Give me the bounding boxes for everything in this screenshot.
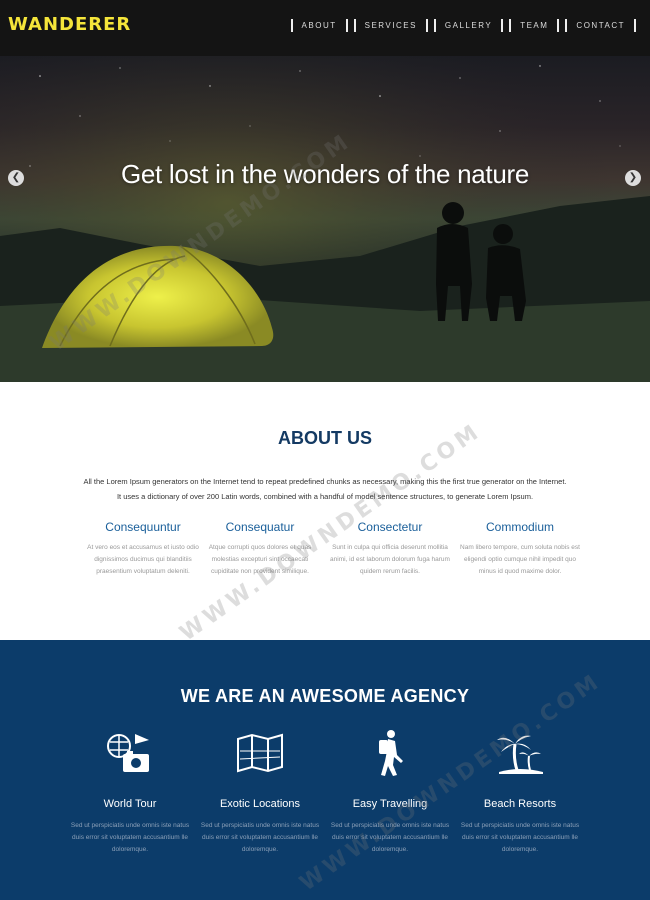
nav-team[interactable]: TEAM	[509, 19, 560, 32]
site-logo[interactable]: WANDERER	[8, 14, 131, 35]
service-text: Sed ut perspiciatis unde omnis iste natu…	[330, 822, 450, 853]
service-title: Easy Travelling	[352, 798, 428, 810]
chevron-right-icon[interactable]: ❯	[625, 170, 641, 186]
service-text: Sed ut perspiciatis unde omnis iste natu…	[200, 822, 320, 853]
service-title: Beach Resorts	[483, 798, 557, 810]
nav-contact[interactable]: CONTACT	[565, 19, 636, 32]
about-section: ABOUT US All the Lorem Ipsum generators …	[0, 382, 650, 640]
main-nav: ABOUT SERVICES GALLERY TEAM CONTACT	[285, 19, 636, 32]
hero-background-image	[0, 56, 650, 382]
feature-item: Consequuntur At vero eos et accusamus et…	[83, 520, 203, 578]
hero-slider: Get lost in the wonders of the nature ❮ …	[0, 56, 650, 382]
feature-text: Atque corrupti quos dolores et quas mole…	[208, 544, 312, 575]
feature-title: Commodium	[485, 520, 554, 534]
world-tour-icon	[65, 728, 195, 778]
service-item: Easy Travelling Sed ut perspiciatis unde…	[325, 728, 455, 856]
service-item: Exotic Locations Sed ut perspiciatis und…	[195, 728, 325, 856]
service-text: Sed ut perspiciatis unde omnis iste natu…	[460, 822, 580, 853]
service-item: World Tour Sed ut perspiciatis unde omni…	[65, 728, 195, 856]
feature-item: Commodium Nam libero tempore, cum soluta…	[460, 520, 580, 578]
agency-section: WE ARE AN AWESOME AGENCY World Tour Sed …	[0, 640, 650, 900]
nav-about[interactable]: ABOUT	[290, 19, 348, 32]
chevron-left-icon[interactable]: ❮	[8, 170, 24, 186]
feature-title: Consectetur	[357, 520, 423, 534]
agency-title: WE ARE AN AWESOME AGENCY	[180, 686, 470, 706]
feature-text: Nam libero tempore, cum soluta nobis est…	[460, 544, 580, 575]
feature-title: Consequatur	[225, 520, 295, 534]
service-title: Exotic Locations	[219, 798, 301, 810]
feature-item: Consequatur Atque corrupti quos dolores …	[200, 520, 320, 578]
header: WANDERER ABOUT SERVICES GALLERY TEAM CON…	[0, 0, 650, 56]
feature-text: Sunt in culpa qui officia deserunt molli…	[330, 544, 450, 575]
hero-title: Get lost in the wonders of the nature	[120, 159, 530, 189]
feature-title: Consequuntur	[105, 520, 181, 534]
map-icon	[195, 728, 325, 778]
nav-gallery[interactable]: GALLERY	[433, 19, 504, 32]
feature-item: Consectetur Sunt in culpa qui officia de…	[330, 520, 450, 578]
about-description: All the Lorem Ipsum generators on the In…	[83, 477, 567, 501]
palm-tree-icon	[455, 728, 585, 778]
nav-services[interactable]: SERVICES	[353, 19, 428, 32]
feature-text: At vero eos et accusamus et iusto odio d…	[87, 544, 199, 575]
service-item: Beach Resorts Sed ut perspiciatis unde o…	[455, 728, 585, 856]
service-text: Sed ut perspiciatis unde omnis iste natu…	[70, 822, 190, 853]
service-title: World Tour	[103, 798, 157, 810]
about-title: ABOUT US	[278, 428, 372, 448]
hiker-icon	[325, 728, 455, 778]
